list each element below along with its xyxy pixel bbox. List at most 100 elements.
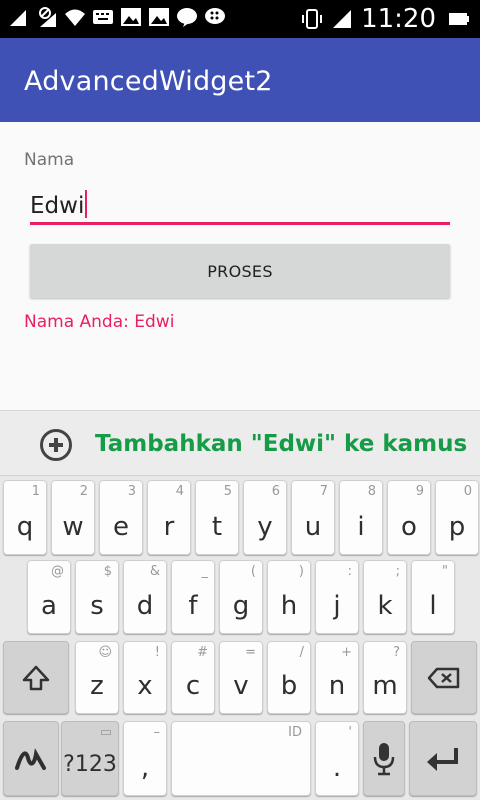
result-text: Nama Anda: Edwi [24,312,175,332]
key-h[interactable]: ) h [267,560,311,634]
add-to-dictionary-suggestion[interactable]: Tambahkan "Edwi" ke kamus [95,431,467,457]
key-label: d [136,591,154,621]
key-hint: / [299,645,304,660]
comma-key[interactable]: – , [123,721,167,796]
microphone-icon [373,742,395,775]
key-label: g [232,591,250,621]
key-j[interactable]: :j [315,560,359,634]
key-d[interactable]: & d [123,560,167,634]
key-hint: ; [395,564,400,579]
handwriting-key[interactable] [3,721,59,796]
key-hint: $ [103,564,112,579]
handwriting-icon [15,747,46,770]
gallery-icon [149,8,169,26]
key-label: c [185,671,201,701]
key-s[interactable]: $ s [75,560,119,634]
key-hint: 9 [415,484,424,499]
status-bar: 11:20 [0,0,480,38]
app-title: AdvancedWidget2 [24,66,273,97]
key-label: f [188,591,198,621]
symbols-key-hint: ▭ [99,725,112,740]
shift-key[interactable] [3,641,69,714]
key-k[interactable]: ; k [363,560,407,634]
key-u[interactable]: 7u [291,480,335,555]
key-label: h [280,591,298,621]
period-key-label: . [332,753,342,783]
key-label: s [90,591,104,621]
name-input[interactable]: Edwi [30,184,450,226]
key-c[interactable]: # c [171,641,215,714]
period-key-hint: ' [348,725,352,740]
key-a[interactable]: @ a [27,560,71,634]
name-input-value: Edwi [30,193,85,219]
key-hint: 8 [367,484,376,499]
key-w[interactable]: 2w [51,480,95,555]
key-label: y [257,512,273,542]
key-hint: = [245,645,256,660]
status-icons-left [8,6,226,28]
keyboard-icon [93,10,113,24]
key-label: v [233,671,249,701]
key-l[interactable]: " l [411,560,455,634]
key-z[interactable]: ☺ z [75,641,119,714]
enter-key[interactable] [409,721,477,796]
key-label: o [401,512,417,542]
key-hint: ( [250,564,256,579]
space-key-hint: ID [288,725,302,740]
key-m[interactable]: ? m [363,641,407,714]
key-i[interactable]: 8i [339,480,383,555]
gallery-icon [121,8,141,26]
key-label: z [90,671,104,701]
signal-icon [333,10,352,28]
enter-icon [427,747,458,771]
key-label: q [16,512,34,542]
proses-button[interactable]: PROSES [30,244,450,298]
main-content: Nama Edwi PROSES Nama Anda: Edwi [0,122,480,410]
key-label: w [62,512,84,542]
symbols-key[interactable]: ▭ ?123 [61,721,119,796]
key-hint: 5 [223,484,232,499]
key-r[interactable]: 4r [147,480,191,555]
vibrate-icon [302,9,323,29]
key-y[interactable]: 6y [243,480,287,555]
key-hint: 1 [31,484,40,499]
name-label: Nama [24,150,75,170]
voice-input-key[interactable] [363,721,405,796]
signal-1-icon [10,10,26,26]
space-key[interactable]: ID [171,721,311,796]
signal-2-icon [39,7,56,27]
key-hint: 2 [79,484,88,499]
key-v[interactable]: = v [219,641,263,714]
shift-icon [22,665,50,690]
key-hint: 4 [175,484,184,499]
key-hint: ? [393,645,400,660]
name-input-text[interactable]: Edwi [30,190,88,219]
key-label: b [280,671,298,701]
key-hint: 0 [463,484,472,499]
key-f[interactable]: _ f [171,560,215,634]
key-e[interactable]: 3e [99,480,143,555]
backspace-icon [427,667,460,688]
bbm-icon [205,8,225,24]
key-label: a [41,591,57,621]
key-label: t [211,512,223,542]
comma-key-label: , [140,753,150,783]
key-hint: # [197,645,208,660]
key-label: l [429,591,437,621]
key-q[interactable]: 1q [3,480,47,555]
key-x[interactable]: ! x [123,641,167,714]
key-label: j [333,591,341,621]
key-t[interactable]: 5t [195,480,239,555]
add-to-dictionary-icon[interactable] [40,429,72,461]
key-p[interactable]: 0p [435,480,479,555]
key-o[interactable]: 9o [387,480,431,555]
key-label: m [372,671,398,701]
backspace-key[interactable] [411,641,477,714]
app-bar: AdvancedWidget2 [0,38,480,122]
key-n[interactable]: + n [315,641,359,714]
key-b[interactable]: / b [267,641,311,714]
period-key[interactable]: ' . [315,721,359,796]
suggestion-bar[interactable]: Tambahkan "Edwi" ke kamus [0,410,480,476]
key-g[interactable]: (g [219,560,263,634]
key-hint: ) [298,564,304,579]
